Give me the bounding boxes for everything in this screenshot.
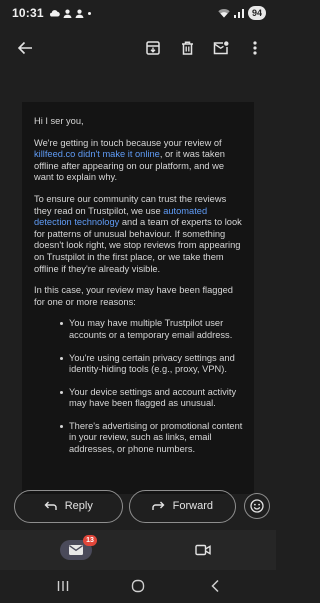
person-icon [75, 9, 84, 18]
list-item: Your device settings and account activit… [60, 387, 244, 410]
paragraph-1-text-start: We're getting in touch because your revi… [34, 137, 222, 148]
nav-meet-tab[interactable] [193, 542, 213, 558]
recents-icon [57, 581, 69, 591]
email-greeting: Hi I ser you, [34, 116, 84, 126]
dot-icon [87, 11, 91, 15]
person-icon [63, 9, 72, 18]
system-navigation-bar [0, 570, 276, 603]
back-arrow-icon [17, 41, 32, 55]
email-paragraph-1: We're getting in touch because your revi… [34, 138, 244, 184]
more-options-button[interactable] [240, 33, 270, 63]
list-item: You may have multiple Trustpilot user ac… [60, 318, 244, 341]
delete-icon [181, 41, 193, 55]
email-paragraph-2: To ensure our community can trust the re… [34, 194, 244, 275]
status-bar: 10:31 94 [0, 0, 276, 26]
mail-icon [69, 545, 83, 555]
wifi-icon [218, 9, 230, 18]
unread-count-badge: 13 [83, 535, 97, 546]
delete-button[interactable] [172, 33, 202, 63]
list-item: There's advertising or promotional conte… [60, 420, 243, 455]
notification-icons [49, 9, 92, 18]
list-item: You're using certain privacy settings an… [60, 353, 244, 376]
reply-actions: Reply Forward [14, 489, 270, 523]
recents-button[interactable] [54, 578, 72, 594]
reply-button[interactable]: Reply [14, 489, 123, 523]
app-bar [0, 28, 276, 68]
forward-label: Forward [172, 500, 213, 512]
back-button[interactable] [10, 33, 40, 63]
archive-button[interactable] [138, 33, 168, 63]
mark-unread-icon [213, 41, 229, 55]
review-link[interactable]: killfeed.co didn't make it online [34, 149, 160, 159]
cloud-icon [49, 10, 60, 17]
nav-mail-tab[interactable]: 13 [60, 535, 97, 560]
forward-button[interactable]: Forward [128, 489, 237, 523]
battery-indicator: 94 [247, 6, 266, 20]
back-icon [211, 579, 219, 593]
status-time: 10:31 [12, 6, 44, 20]
reply-icon [44, 501, 57, 510]
bottom-navigation: 13 [0, 530, 276, 570]
status-right: 94 [218, 6, 266, 20]
reasons-list: You may have multiple Trustpilot user ac… [34, 318, 244, 455]
system-back-button[interactable] [206, 578, 224, 594]
signal-icon [233, 9, 244, 18]
home-icon [131, 579, 145, 593]
status-left: 10:31 [12, 6, 92, 20]
home-button[interactable] [129, 578, 147, 594]
emoji-icon [250, 499, 264, 513]
email-paragraph-3: In this case, your review may have been … [34, 285, 233, 307]
reply-label: Reply [64, 500, 93, 512]
video-camera-icon [195, 544, 211, 556]
app-actions [138, 33, 270, 63]
email-body: Hi I ser you, We're getting in touch bec… [22, 102, 254, 494]
more-vert-icon [253, 41, 257, 55]
forward-icon [151, 501, 165, 510]
archive-icon [146, 41, 160, 55]
mark-unread-button[interactable] [206, 33, 236, 63]
emoji-reaction-button[interactable] [244, 493, 270, 519]
screen: 10:31 94 Hi I ser you, We're getting in … [0, 0, 276, 603]
